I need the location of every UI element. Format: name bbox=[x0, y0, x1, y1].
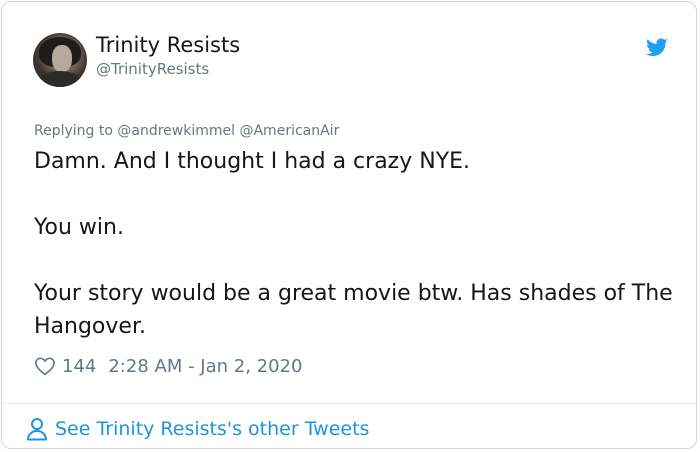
like-count[interactable]: 144 bbox=[62, 356, 96, 377]
see-other-tweets-link[interactable]: See Trinity Resists's other Tweets bbox=[26, 415, 369, 443]
tweet-text: Damn. And I thought I had a crazy NYE. Y… bbox=[34, 145, 674, 343]
author-handle[interactable]: @TrinityResists bbox=[96, 60, 209, 78]
heart-icon[interactable] bbox=[34, 356, 56, 376]
author-name[interactable]: Trinity Resists bbox=[96, 33, 240, 57]
twitter-bird-icon[interactable] bbox=[644, 36, 670, 58]
reply-mention-andrewkimmel[interactable]: @andrewkimmel bbox=[117, 123, 235, 139]
tweet-paragraph: You win. bbox=[34, 215, 124, 240]
replying-to: Replying to @andrewkimmel @AmericanAir bbox=[34, 123, 339, 139]
avatar[interactable] bbox=[33, 33, 87, 87]
avatar-body bbox=[37, 71, 83, 87]
replying-prefix: Replying to bbox=[34, 123, 113, 139]
person-icon bbox=[27, 418, 47, 441]
tweet-meta: 144 2:28 AM - Jan 2, 2020 bbox=[34, 352, 302, 380]
tweet-paragraph: Your story would be a great movie btw. H… bbox=[34, 281, 673, 339]
tweet-timestamp[interactable]: 2:28 AM - Jan 2, 2020 bbox=[108, 356, 302, 377]
embedded-tweet-card: Trinity Resists @TrinityResists Replying… bbox=[1, 1, 697, 449]
tweet-paragraph: Damn. And I thought I had a crazy NYE. bbox=[34, 149, 471, 174]
reply-mention-americanair[interactable]: @AmericanAir bbox=[239, 123, 339, 139]
divider bbox=[2, 403, 696, 404]
see-other-tweets-label[interactable]: See Trinity Resists's other Tweets bbox=[55, 418, 369, 440]
avatar-face bbox=[52, 45, 72, 72]
